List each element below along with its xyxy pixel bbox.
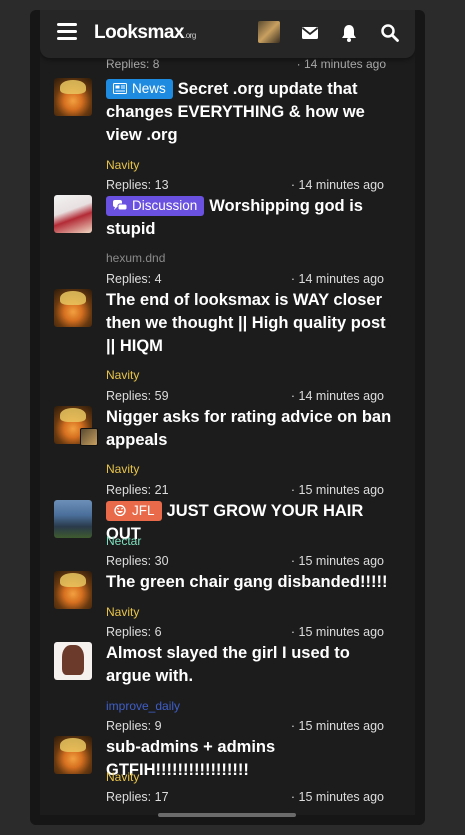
thread-title-text: Nigger asks for rating advice on ban app… bbox=[106, 408, 392, 449]
author-name[interactable]: Navity bbox=[106, 158, 139, 172]
thread-time: · 15 minutes ago bbox=[290, 790, 384, 804]
prefix-badge[interactable]: News bbox=[106, 79, 173, 99]
thread-title[interactable]: Nigger asks for rating advice on ban app… bbox=[106, 406, 396, 452]
thread-meta: Replies: 17 · 15 minutes ago bbox=[106, 790, 384, 804]
author-avatar[interactable] bbox=[54, 500, 92, 538]
thread-time: · 15 minutes ago bbox=[290, 719, 384, 733]
chat-bubbles-icon bbox=[113, 200, 127, 211]
reply-count: Replies: 17 bbox=[106, 790, 169, 804]
logo-text: Looksmax bbox=[94, 22, 184, 43]
reply-count: Replies: 59 bbox=[106, 389, 169, 403]
thread-title[interactable]: Discussion Worshipping god is stupid bbox=[106, 195, 396, 241]
thread-title[interactable]: JFL JUST GROW YOUR HAIR OUT bbox=[106, 500, 396, 546]
author-name[interactable]: Navity bbox=[106, 770, 139, 784]
thread-time: · 14 minutes ago bbox=[290, 178, 384, 192]
author-avatar[interactable] bbox=[54, 78, 92, 116]
thread-time: · 15 minutes ago bbox=[290, 625, 384, 639]
reply-count: Replies: 9 bbox=[106, 719, 162, 733]
phone-frame: Looksmax.org Replies: 8 · 14 minutes ago bbox=[30, 10, 425, 825]
thread-meta: Replies: 30 · 15 minutes ago bbox=[106, 554, 384, 568]
logo-suffix: .org bbox=[183, 31, 196, 40]
thread-title-text: Almost slayed the girl I used to argue w… bbox=[106, 644, 350, 685]
author-name[interactable]: Navity bbox=[106, 368, 139, 382]
site-logo[interactable]: Looksmax.org bbox=[94, 22, 196, 44]
envelope-icon[interactable] bbox=[300, 23, 320, 43]
reply-count: Replies: 6 bbox=[106, 625, 162, 639]
last-poster-avatar[interactable] bbox=[80, 428, 98, 446]
author-avatar[interactable] bbox=[54, 736, 92, 774]
prefix-label: JFL bbox=[132, 503, 155, 518]
thread-title[interactable]: The end of looksmax is WAY closer then w… bbox=[106, 289, 396, 358]
thread-time: · 14 minutes ago bbox=[296, 57, 386, 71]
reply-count: Replies: 30 bbox=[106, 554, 169, 568]
hamburger-icon[interactable] bbox=[57, 23, 77, 41]
thread-time: · 15 minutes ago bbox=[290, 483, 384, 497]
thread-title[interactable]: sub-admins + admins GTFIH!!!!!!!!!!!!!!!… bbox=[106, 736, 396, 782]
user-avatar[interactable] bbox=[258, 21, 280, 43]
thread-title[interactable]: Almost slayed the girl I used to argue w… bbox=[106, 642, 396, 688]
forum-screen: Looksmax.org Replies: 8 · 14 minutes ago bbox=[40, 10, 415, 815]
author-avatar[interactable] bbox=[54, 642, 92, 680]
reply-count: Replies: 8 bbox=[106, 57, 160, 71]
prefix-badge[interactable]: JFL bbox=[106, 501, 162, 521]
prefix-label: Discussion bbox=[132, 198, 198, 213]
thread-meta: Replies: 4 · 14 minutes ago bbox=[106, 272, 384, 286]
thread-title[interactable]: News Secret .org update that changes EVER… bbox=[106, 78, 396, 147]
thread-meta: Replies: 6 · 15 minutes ago bbox=[106, 625, 384, 639]
reply-count: Replies: 4 bbox=[106, 272, 162, 286]
author-avatar[interactable] bbox=[54, 289, 92, 327]
author-name[interactable]: Nectar bbox=[106, 534, 141, 548]
thread-title-text: The green chair gang disbanded!!!!! bbox=[106, 573, 388, 591]
thread-meta: Replies: 9 · 15 minutes ago bbox=[106, 719, 384, 733]
laughing-face-icon bbox=[114, 505, 126, 516]
reply-count: Replies: 13 bbox=[106, 178, 169, 192]
author-avatar[interactable] bbox=[54, 195, 92, 233]
search-icon[interactable] bbox=[380, 23, 400, 43]
bell-icon[interactable] bbox=[339, 23, 359, 43]
author-name[interactable]: Navity bbox=[106, 605, 139, 619]
home-indicator[interactable] bbox=[158, 813, 296, 817]
thread-meta: Replies: 59 · 14 minutes ago bbox=[106, 389, 384, 403]
thread-time: · 15 minutes ago bbox=[290, 554, 384, 568]
thread-title-text: The end of looksmax is WAY closer then w… bbox=[106, 291, 386, 355]
author-name[interactable]: Navity bbox=[106, 462, 139, 476]
author-name[interactable]: hexum.dnd bbox=[106, 251, 165, 265]
cut-thread-meta: Replies: 8 · 14 minutes ago bbox=[106, 57, 386, 71]
prefix-badge[interactable]: Discussion bbox=[106, 196, 205, 216]
author-avatar[interactable] bbox=[54, 571, 92, 609]
top-navbar: Looksmax.org bbox=[40, 10, 415, 58]
thread-meta: Replies: 13 · 14 minutes ago bbox=[106, 178, 384, 192]
newspaper-icon bbox=[113, 83, 127, 94]
thread-time: · 14 minutes ago bbox=[290, 272, 384, 286]
reply-count: Replies: 21 bbox=[106, 483, 169, 497]
author-name[interactable]: improve_daily bbox=[106, 699, 180, 713]
prefix-label: News bbox=[132, 81, 166, 96]
thread-time: · 14 minutes ago bbox=[290, 389, 384, 403]
thread-title[interactable]: The green chair gang disbanded!!!!! bbox=[106, 571, 396, 594]
thread-meta: Replies: 21 · 15 minutes ago bbox=[106, 483, 384, 497]
